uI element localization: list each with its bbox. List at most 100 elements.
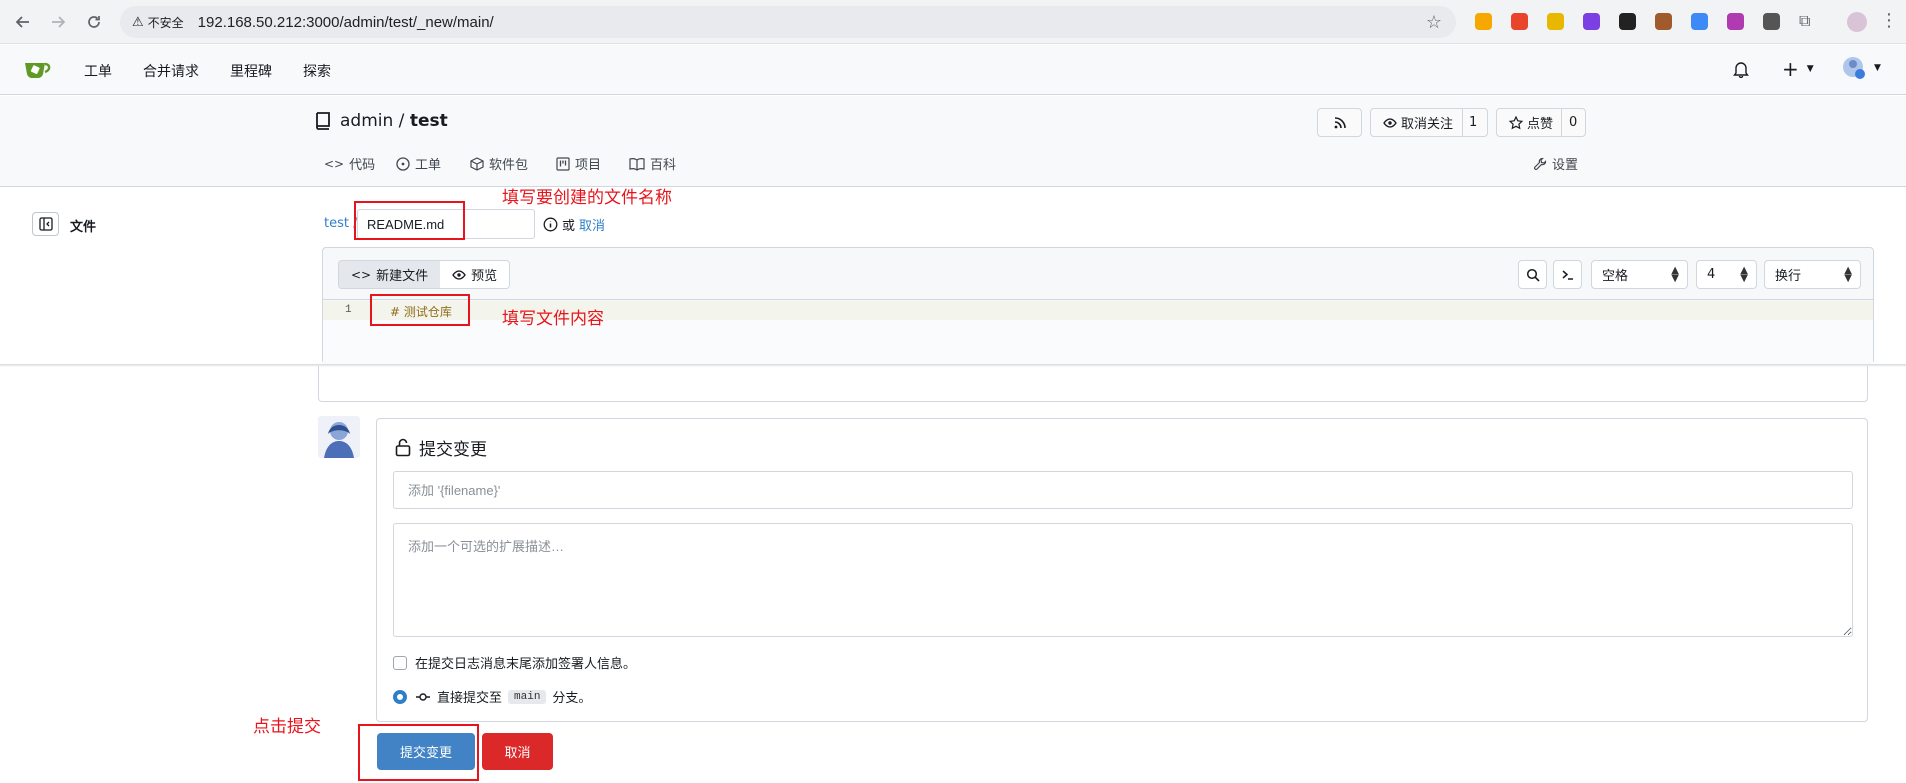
eye-icon (452, 269, 466, 280)
browser-extension-icon[interactable] (1655, 13, 1672, 30)
gitea-logo-icon[interactable] (23, 58, 53, 80)
select-arrows-icon: ▲ ▼ (1844, 265, 1852, 284)
browser-extension-icon[interactable] (1619, 13, 1636, 30)
commit-form-title-text: 提交变更 (419, 440, 487, 460)
browser-extension-icon[interactable] (1691, 13, 1708, 30)
tab-new-file[interactable]: <> 新建文件 (339, 261, 441, 288)
nav-milestones[interactable]: 里程碑 (230, 61, 272, 81)
tab-wiki-label: 百科 (650, 158, 677, 173)
commit-description-input[interactable] (393, 523, 1853, 637)
unwatch-label: 取消关注 (1401, 117, 1454, 132)
package-icon (470, 156, 484, 171)
terminal-icon (1562, 269, 1573, 280)
code-icon: <> (351, 267, 372, 282)
nav-issues[interactable]: 工单 (84, 61, 112, 81)
browser-extension-icon[interactable] (1547, 13, 1564, 30)
annotation-filename-box (354, 201, 465, 240)
url-text[interactable]: 192.168.50.212:3000/admin/test/_new/main… (198, 14, 494, 31)
breadcrumb: test / (324, 216, 358, 231)
signoff-option[interactable]: 在提交日志消息末尾添加签署人信息。 (393, 653, 636, 672)
direct-commit-radio[interactable] (393, 689, 407, 704)
git-commit-icon (416, 692, 430, 701)
tab-packages[interactable]: 软件包 (470, 154, 528, 173)
tab-code[interactable]: <> 代码 (324, 154, 375, 174)
rss-button[interactable] (1317, 108, 1362, 137)
create-menu[interactable]: + ▼ (1782, 57, 1814, 81)
or-label: 或 (562, 219, 576, 234)
commit-form: 提交变更 在提交日志消息末尾添加签署人信息。 直接提交至 main 分支。 (376, 418, 1868, 722)
direct-commit-text: 直接提交至 (437, 691, 503, 706)
repo-header: admin / test 取消关注 1 点赞 0 <> 代码 工单 软件包 项目… (0, 96, 1906, 187)
browser-toolbar: ⚠ 不安全 192.168.50.212:3000/admin/test/_ne… (0, 0, 1906, 44)
reload-icon[interactable] (82, 10, 106, 34)
back-icon[interactable] (11, 10, 35, 34)
tab-preview[interactable]: 预览 (440, 261, 510, 288)
star-label: 点赞 (1527, 117, 1554, 132)
signoff-checkbox[interactable] (393, 655, 407, 670)
repo-name-link[interactable]: test (410, 111, 448, 131)
branch-name: main (508, 689, 547, 704)
editor-tabs: <> 新建文件 预览 (338, 260, 511, 289)
indent-size-select[interactable]: 4 ▲ ▼ (1696, 260, 1757, 289)
browser-extension-icon[interactable] (1763, 13, 1780, 30)
tab-settings[interactable]: 设置 (1533, 154, 1578, 173)
book-icon (629, 157, 645, 171)
rss-icon (1334, 116, 1346, 128)
indent-style-select[interactable]: 空格 ▲ ▼ (1591, 260, 1688, 289)
forward-icon[interactable] (46, 10, 70, 34)
breadcrumb-repo-link[interactable]: test (324, 216, 349, 231)
tab-new-file-label: 新建文件 (376, 269, 429, 284)
user-avatar (318, 416, 360, 458)
repo-owner-link[interactable]: admin (340, 111, 393, 131)
tab-projects[interactable]: 项目 (556, 154, 601, 173)
browser-menu-icon[interactable]: ⋮ (1880, 12, 1898, 30)
issue-icon (396, 156, 410, 171)
browser-extension-icon[interactable] (1583, 13, 1600, 30)
unwatch-button[interactable]: 取消关注 1 (1370, 108, 1488, 137)
caret-down-icon: ▼ (1806, 64, 1814, 74)
unlock-icon (395, 438, 411, 457)
cancel-edit-link[interactable]: 取消 (579, 215, 605, 234)
user-menu[interactable]: ▼ (1842, 56, 1881, 80)
profile-avatar[interactable] (1847, 12, 1867, 32)
editor-toolbar: <> 新建文件 预览 空格 ▲ ▼ 4 ▲ ▼ 换行 ▲ ▼ (323, 248, 1873, 300)
direct-commit-option[interactable]: 直接提交至 main 分支。 (393, 687, 591, 706)
bookmark-star-icon[interactable]: ☆ (1426, 12, 1442, 33)
star-count: 0 (1569, 115, 1578, 130)
user-avatar (1843, 57, 1865, 79)
select-arrows-icon: ▲ ▼ (1740, 265, 1748, 284)
security-chip[interactable]: ⚠ 不安全 (132, 14, 184, 31)
project-icon (556, 156, 570, 171)
find-button[interactable] (1518, 260, 1547, 289)
line-wrap-select[interactable]: 换行 ▲ ▼ (1764, 260, 1861, 289)
browser-extension-icon[interactable] (1511, 13, 1528, 30)
star-button[interactable]: 点赞 0 (1496, 108, 1586, 137)
tab-issues[interactable]: 工单 (396, 154, 441, 173)
nav-pulls[interactable]: 合并请求 (143, 61, 199, 81)
tab-settings-label: 设置 (1552, 158, 1579, 173)
commit-summary-input[interactable] (393, 471, 1853, 509)
commit-cancel-button[interactable]: 取消 (482, 733, 553, 770)
repo-separator: / (393, 111, 410, 131)
file-tree-toggle-button[interactable] (32, 212, 59, 236)
address-bar[interactable]: ⚠ 不安全 192.168.50.212:3000/admin/test/_ne… (120, 6, 1456, 38)
command-palette-button[interactable] (1553, 260, 1582, 289)
select-arrows-icon: ▲ ▼ (1671, 265, 1679, 284)
info-icon[interactable] (543, 217, 558, 232)
extensions-puzzle-icon[interactable]: ⧉ (1799, 11, 1810, 31)
editor-bottom (318, 366, 1868, 402)
nav-explore[interactable]: 探索 (303, 61, 331, 81)
annotation-filename-note: 填写要创建的文件名称 (502, 188, 672, 208)
direct-commit-suffix: 分支。 (552, 691, 592, 706)
browser-extension-icon[interactable] (1475, 13, 1492, 30)
sidebar-expand-icon (38, 217, 53, 231)
tab-projects-label: 项目 (575, 158, 602, 173)
browser-extension-icon[interactable] (1727, 13, 1744, 30)
eye-icon (1383, 117, 1397, 128)
line-number: 1 (345, 304, 352, 316)
tab-wiki[interactable]: 百科 (629, 154, 676, 173)
caret-down-icon: ▼ (1874, 63, 1881, 73)
filename-help: 或 取消 (543, 215, 605, 234)
annotation-content-box (370, 294, 470, 326)
bell-icon[interactable] (1733, 61, 1749, 78)
